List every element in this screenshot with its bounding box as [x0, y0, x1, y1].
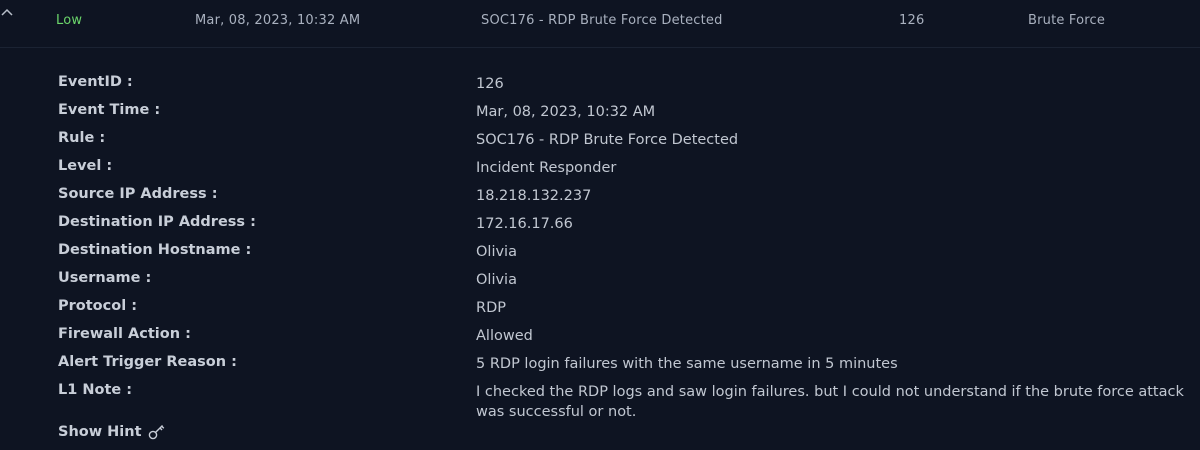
detail-value: RDP	[476, 300, 506, 316]
detail-label: Protocol :	[58, 298, 138, 314]
detail-label: Firewall Action :	[58, 326, 191, 342]
show-hint-label: Show Hint	[58, 424, 142, 440]
detail-label: Source IP Address :	[58, 186, 218, 202]
alert-rule-name: SOC176 - RDP Brute Force Detected	[481, 13, 723, 28]
detail-label: Alert Trigger Reason :	[58, 354, 237, 370]
detail-value: Allowed	[476, 328, 533, 344]
detail-value: 5 RDP login failures with the same usern…	[476, 356, 898, 372]
detail-label: EventID :	[58, 74, 133, 90]
detail-value: Incident Responder	[476, 160, 617, 176]
alert-type: Brute Force	[1028, 13, 1106, 28]
chevron-up-icon[interactable]	[0, 6, 14, 20]
detail-label: L1 Note :	[58, 382, 133, 398]
show-hint-button[interactable]: Show Hint	[58, 424, 166, 440]
detail-value: 18.218.132.237	[476, 188, 592, 204]
detail-label: Event Time :	[58, 102, 161, 118]
detail-label: Level :	[58, 158, 113, 174]
detail-value: Olivia	[476, 272, 517, 288]
detail-label: Username :	[58, 270, 152, 286]
detail-label: Destination IP Address :	[58, 214, 256, 230]
alert-summary-row[interactable]: Low Mar, 08, 2023, 10:32 AM SOC176 - RDP…	[0, 0, 1200, 48]
detail-value: Olivia	[476, 244, 517, 260]
detail-value: 126	[476, 76, 504, 92]
detail-value: I checked the RDP logs and saw login fai…	[476, 384, 1184, 420]
severity-badge: Low	[56, 13, 83, 28]
alert-details-panel: EventID : 126 Event Time : Mar, 08, 2023…	[0, 48, 1200, 450]
detail-value: Mar, 08, 2023, 10:32 AM	[476, 104, 656, 120]
detail-label: Rule :	[58, 130, 106, 146]
key-icon	[148, 424, 166, 440]
detail-label: Destination Hostname :	[58, 242, 252, 258]
detail-value: SOC176 - RDP Brute Force Detected	[476, 132, 739, 148]
alert-date: Mar, 08, 2023, 10:32 AM	[195, 13, 361, 28]
detail-value: 172.16.17.66	[476, 216, 573, 232]
alert-event-id: 126	[899, 13, 925, 28]
